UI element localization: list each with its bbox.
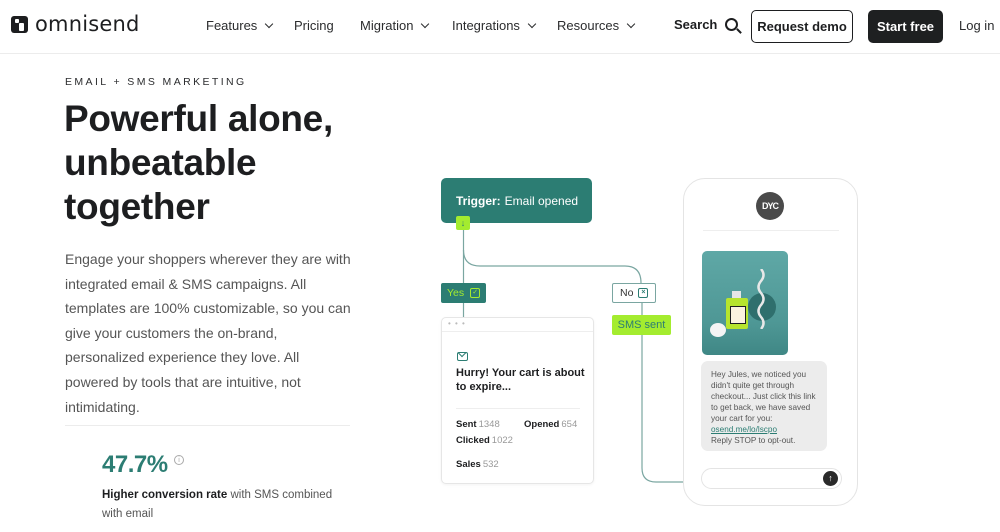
- metric-label: Opened: [524, 419, 560, 430]
- email-card: • • • Hurry! Your cart is about to expir…: [441, 317, 594, 484]
- omnisend-logo-icon: [11, 15, 28, 33]
- nav-migration[interactable]: Migration: [360, 18, 430, 33]
- nav-integrations-label: Integrations: [452, 18, 520, 33]
- sms-text: Hey Jules, we noticed you didn't quite g…: [711, 370, 816, 423]
- omnisend-logo[interactable]: omnisend: [11, 13, 140, 35]
- chevron-down-icon: [421, 19, 430, 28]
- stat-description-bold: Higher conversion rate: [102, 489, 228, 501]
- product-swirl: [757, 269, 765, 329]
- eyebrow-label: EMAIL + SMS MARKETING: [65, 76, 247, 88]
- stat-description: Higher conversion rate with SMS combined…: [102, 486, 352, 524]
- card-divider: [456, 408, 580, 409]
- yes-branch-tag: Yes ✓: [441, 283, 486, 303]
- arrow-down-icon[interactable]: ↓: [456, 216, 470, 230]
- metric-value: 654: [561, 419, 578, 430]
- mail-icon: [457, 352, 468, 361]
- brand-name: omnisend: [35, 12, 140, 36]
- cotton-flower: [710, 323, 726, 337]
- top-navigation: omnisend Features Pricing Migration Inte…: [0, 0, 1000, 54]
- hero-description: Engage your shoppers wherever they are w…: [65, 251, 351, 415]
- no-branch-tag: No ×: [612, 283, 656, 303]
- metric-sales: Sales 532: [456, 459, 499, 470]
- nav-migration-label: Migration: [360, 18, 414, 33]
- metric-value: 532: [482, 459, 499, 470]
- nav-features-label: Features: [206, 18, 258, 33]
- chevron-down-icon: [527, 19, 537, 28]
- metric-value: 1022: [491, 435, 513, 446]
- request-demo-button[interactable]: Request demo: [751, 10, 853, 43]
- stat-value: 47.7%: [102, 451, 168, 478]
- start-free-button[interactable]: Start free: [868, 10, 943, 43]
- checkbox-checked-icon: ✓: [470, 288, 481, 298]
- nav-resources-label: Resources: [557, 18, 620, 33]
- chevron-down-icon: [626, 19, 636, 28]
- headline-line: together: [64, 186, 210, 227]
- sms-link[interactable]: osend.me/lo/lscpo: [711, 424, 817, 435]
- product-image: [702, 251, 788, 355]
- message-input[interactable]: [701, 468, 842, 489]
- send-arrow-icon[interactable]: ↑: [823, 471, 838, 486]
- metric-value: 1348: [478, 419, 500, 430]
- search-icon: [725, 18, 739, 31]
- sms-message-bubble: Hey Jules, we noticed you didn't quite g…: [701, 361, 827, 451]
- info-icon[interactable]: i: [174, 455, 184, 465]
- metric-sent: Sent 1348: [456, 419, 500, 430]
- headline-line: Powerful alone,: [64, 98, 333, 139]
- chevron-down-icon: [265, 19, 274, 28]
- metric-opened: Opened 654: [524, 419, 577, 430]
- perfume-bottle: [726, 291, 748, 329]
- window-dots: • • •: [442, 318, 593, 332]
- brand-avatar: DYC: [756, 192, 784, 220]
- search-label: Search: [674, 17, 718, 32]
- section-divider: [65, 425, 350, 426]
- search-button[interactable]: Search: [674, 17, 739, 32]
- metric-clicked: Clicked 1022: [456, 435, 513, 446]
- metric-label: Clicked: [456, 435, 490, 446]
- nav-resources[interactable]: Resources: [557, 18, 636, 33]
- yes-label: Yes: [447, 287, 465, 299]
- nav-integrations[interactable]: Integrations: [452, 18, 537, 33]
- sms-optout: Reply STOP to opt-out.: [711, 436, 796, 445]
- trigger-value: Email opened: [504, 193, 579, 208]
- close-box-icon: ×: [638, 288, 649, 298]
- phone-header-divider: [703, 230, 839, 231]
- metric-label: Sent: [456, 419, 477, 430]
- nav-pricing[interactable]: Pricing: [294, 18, 334, 33]
- no-label: No: [620, 287, 634, 299]
- sms-sent-tag: SMS sent: [612, 315, 671, 335]
- connector-trigger-to-no: [462, 249, 642, 284]
- email-subject: Hurry! Your cart is about to expire...: [456, 367, 585, 393]
- metric-label: Sales: [456, 459, 481, 470]
- login-link[interactable]: Log in: [959, 18, 994, 33]
- headline-line: unbeatable: [64, 142, 257, 183]
- nav-features[interactable]: Features: [206, 18, 274, 33]
- hero-headline: Powerful alone, unbeatable together: [64, 97, 333, 229]
- nav-pricing-label: Pricing: [294, 18, 334, 33]
- trigger-label: Trigger:: [456, 193, 501, 208]
